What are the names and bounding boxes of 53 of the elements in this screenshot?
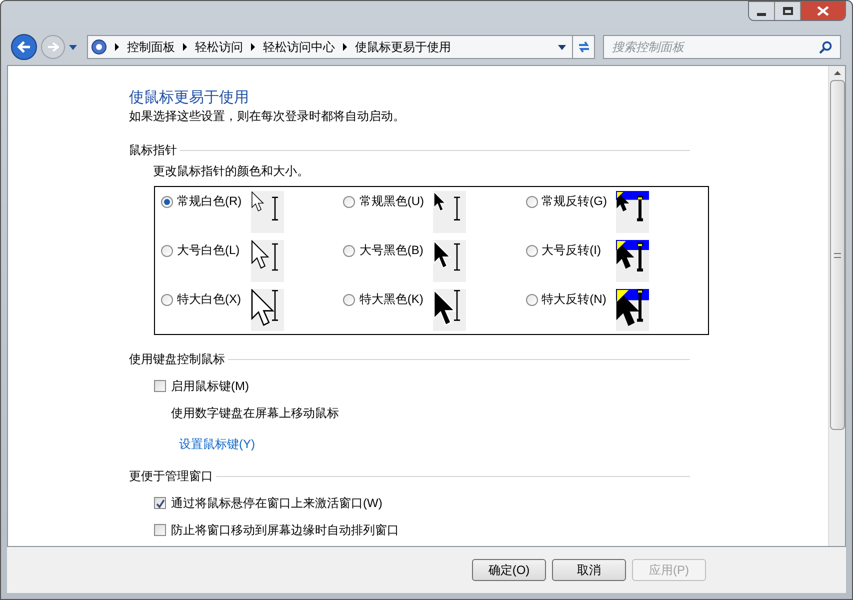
checkbox-option[interactable]: 防止将窗口移动到屏幕边缘时自动排列窗口 [154, 522, 828, 538]
dialog-button[interactable]: 确定(O) [472, 559, 546, 581]
pointer-scheme-radio[interactable]: 大号黑色(B) [343, 240, 434, 260]
chevron-icon[interactable] [115, 43, 119, 51]
search-field[interactable]: 搜索控制面板 [612, 38, 819, 56]
pointer-preview-icon [616, 240, 649, 282]
pointer-scheme-radio[interactable]: 特大黑色(K) [343, 289, 434, 309]
pointer-preview-icon [251, 191, 284, 233]
chevron-icon[interactable] [251, 43, 255, 51]
breadcrumb[interactable]: 轻松访问中心 [263, 38, 335, 56]
scroll-up-icon[interactable] [834, 71, 840, 75]
page-description: 如果选择这些设置，则在每次登录时都将自动启动。 [129, 108, 406, 124]
search-icon[interactable] [819, 40, 832, 54]
section-heading: 鼠标指针 [129, 142, 177, 158]
breadcrumb[interactable]: 使鼠标更易于使用 [355, 38, 451, 56]
scrollbar[interactable] [828, 66, 845, 546]
section-heading: 使用键盘控制鼠标 [129, 351, 225, 367]
maximize-icon[interactable] [775, 2, 801, 20]
pointer-scheme-radio[interactable]: 大号白色(L) [161, 240, 251, 260]
breadcrumb[interactable]: 轻松访问 [195, 38, 243, 56]
search-box[interactable]: 搜索控制面板 [603, 35, 841, 59]
minimize-icon[interactable] [749, 2, 775, 20]
pointer-scheme-radio[interactable]: 特大白色(X) [161, 289, 251, 309]
pointer-preview-icon [433, 191, 466, 233]
chevron-icon[interactable] [183, 43, 187, 51]
pointer-preview-icon [433, 240, 466, 282]
section-heading: 更便于管理窗口 [129, 468, 213, 484]
chevron-icon[interactable] [343, 43, 347, 51]
pointer-scheme-radio[interactable]: 大号反转(I) [526, 240, 616, 260]
pointer-preview-icon [616, 289, 649, 331]
option-description: 使用数字键盘在屏幕上移动鼠标 [171, 405, 340, 421]
page-title: 使鼠标更易于使用 [129, 88, 250, 108]
pointer-scheme-radio[interactable]: 特大反转(N) [526, 289, 616, 309]
dialog-button[interactable]: 取消 [552, 559, 626, 581]
dropdown-caret-icon[interactable] [558, 44, 566, 50]
pointer-scheme-radio[interactable]: 常规反转(G) [526, 191, 616, 211]
pointer-preview-icon [251, 289, 284, 331]
back-icon[interactable] [11, 34, 37, 60]
control-panel-icon [91, 39, 107, 55]
pointer-scheme-radio[interactable]: 常规黑色(U) [343, 191, 434, 211]
section-description: 更改鼠标指针的颜色和大小。 [153, 163, 310, 179]
pointer-preview-icon [616, 191, 649, 233]
dropdown-caret-icon[interactable] [69, 44, 77, 50]
close-icon[interactable] [801, 2, 845, 20]
check-icon [156, 498, 164, 508]
breadcrumb[interactable]: 控制面板 [127, 38, 175, 56]
scrollbar-thumb[interactable] [830, 80, 844, 430]
checkbox-option[interactable]: 启用鼠标键(M) [154, 378, 828, 394]
pointer-preview-icon [433, 289, 466, 331]
pointer-preview-icon [251, 240, 284, 282]
pointer-scheme-radio[interactable]: 常规白色(R) [161, 191, 251, 211]
checkbox-option[interactable]: 通过将鼠标悬停在窗口上来激活窗口(W) [154, 495, 828, 511]
settings-link[interactable]: 设置鼠标键(Y) [179, 436, 255, 452]
